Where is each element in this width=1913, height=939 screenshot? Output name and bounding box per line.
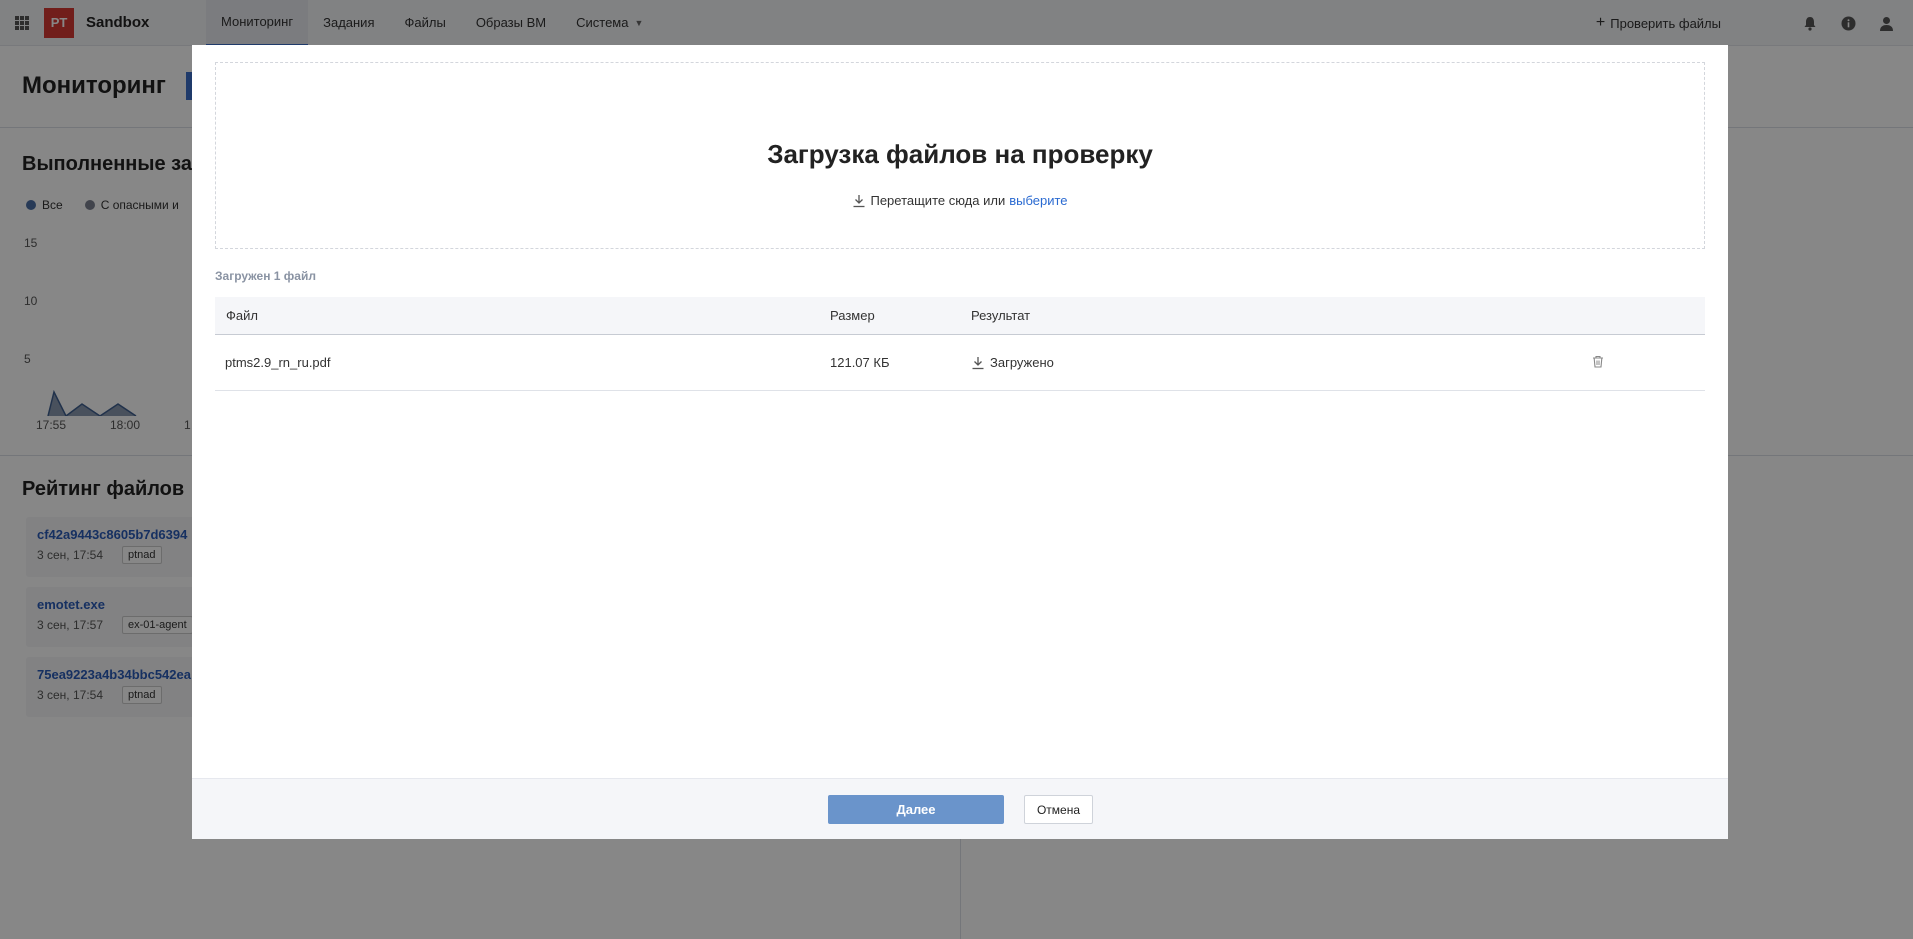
column-header-file: Файл	[226, 308, 258, 323]
cancel-button[interactable]: Отмена	[1024, 795, 1093, 824]
drop-hint: Перетащите сюда или выберите	[216, 193, 1704, 208]
drop-hint-text: Перетащите сюда или	[870, 193, 1006, 208]
table-header: Файл Размер Результат	[215, 297, 1705, 335]
upload-result: Загружено	[971, 355, 1054, 370]
column-header-size: Размер	[830, 308, 875, 323]
file-drop-zone[interactable]: Загрузка файлов на проверку Перетащите с…	[215, 62, 1705, 249]
next-button[interactable]: Далее	[828, 795, 1004, 824]
download-icon	[971, 356, 985, 370]
column-header-result: Результат	[971, 308, 1031, 323]
dialog-footer: Далее Отмена	[192, 778, 1728, 839]
file-name: ptms2.9_rn_ru.pdf	[225, 355, 331, 370]
upload-dialog: Загрузка файлов на проверку Перетащите с…	[192, 45, 1728, 839]
dialog-title: Загрузка файлов на проверку	[767, 139, 1153, 169]
table-row: ptms2.9_rn_ru.pdf 121.07 КБ Загружено	[215, 335, 1705, 391]
upload-result-text: Загружено	[990, 355, 1054, 370]
uploaded-files-table: Файл Размер Результат ptms2.9_rn_ru.pdf …	[215, 297, 1705, 391]
download-icon	[852, 194, 866, 208]
uploaded-count: Загружен 1 файл	[215, 269, 316, 283]
file-size: 121.07 КБ	[830, 355, 890, 370]
trash-icon[interactable]	[1592, 355, 1604, 371]
choose-file-link[interactable]: выберите	[1009, 193, 1067, 208]
